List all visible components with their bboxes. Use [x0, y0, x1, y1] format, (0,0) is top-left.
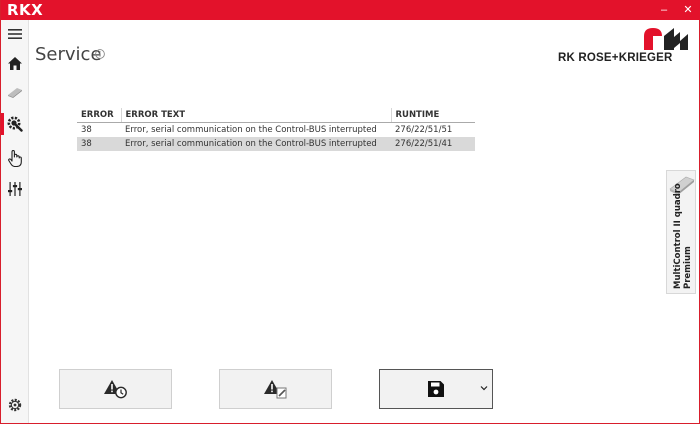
column-header-runtime[interactable]: RUNTIME: [391, 108, 475, 123]
app-window: RKX – ✕ Service RK ROSE+KRIEGER ERROR ER…: [0, 0, 700, 424]
error-code-cell: 38: [81, 125, 92, 135]
chevron-down-icon[interactable]: [480, 384, 488, 392]
table-header-row: ERROR ERROR TEXT RUNTIME: [77, 108, 475, 123]
sidebar-item-device[interactable]: [1, 78, 29, 106]
save-button[interactable]: [379, 369, 493, 409]
error-text-cell: Error, serial communication on the Contr…: [125, 125, 377, 135]
device-tab-label: MultiControl II quadro Premium: [673, 183, 693, 289]
runtime-cell: 276/22/51/41: [391, 137, 475, 151]
sidebar-item-home[interactable]: [1, 49, 29, 77]
sliders-icon: [8, 182, 22, 196]
sidebar-item-system[interactable]: [1, 391, 29, 419]
sidebar-item-service[interactable]: [1, 110, 29, 138]
hand-icon: [8, 149, 22, 167]
table-row-selected[interactable]: 38 Error, serial communication on the Co…: [77, 137, 475, 151]
home-icon: [8, 56, 22, 70]
sidebar-item-menu[interactable]: [1, 20, 29, 48]
error-code-cell: 38: [77, 137, 121, 151]
warning-history-icon: [103, 380, 127, 399]
service-gear-icon: [7, 116, 23, 132]
device-side-tab[interactable]: MultiControl II quadro Premium: [666, 170, 696, 294]
sidebar: [1, 20, 29, 423]
brand-logo: RK ROSE+KRIEGER: [558, 28, 690, 66]
sidebar-item-settings[interactable]: [1, 175, 29, 203]
error-history-button[interactable]: [59, 369, 172, 409]
column-header-error[interactable]: ERROR: [77, 108, 122, 123]
title-bar: RKX – ✕: [1, 0, 700, 20]
info-icon[interactable]: [95, 49, 105, 59]
rose-krieger-logo-icon: [644, 28, 688, 50]
sidebar-item-manual[interactable]: [1, 144, 29, 172]
app-title: RKX: [7, 1, 44, 19]
hamburger-icon: [8, 29, 22, 39]
error-table: ERROR ERROR TEXT RUNTIME 38 Error, seria…: [77, 108, 475, 151]
brand-name: RK ROSE+KRIEGER: [558, 52, 673, 64]
save-icon: [428, 381, 444, 397]
page-title: Service: [35, 44, 102, 65]
device-variant: Premium: [683, 246, 693, 289]
gear-icon: [8, 398, 22, 412]
error-edit-button[interactable]: [219, 369, 332, 409]
table-row[interactable]: 38 Error, serial communication on the Co…: [77, 123, 475, 138]
warning-edit-icon: [263, 380, 286, 399]
device-name: MultiControl II quadro: [673, 183, 683, 289]
minimize-button[interactable]: –: [653, 2, 675, 18]
column-header-error-text[interactable]: ERROR TEXT: [121, 108, 392, 123]
runtime-cell: 276/22/51/51: [395, 125, 453, 135]
device-icon: [8, 88, 22, 98]
error-text-cell: Error, serial communication on the Contr…: [121, 137, 391, 151]
close-button[interactable]: ✕: [677, 2, 699, 18]
